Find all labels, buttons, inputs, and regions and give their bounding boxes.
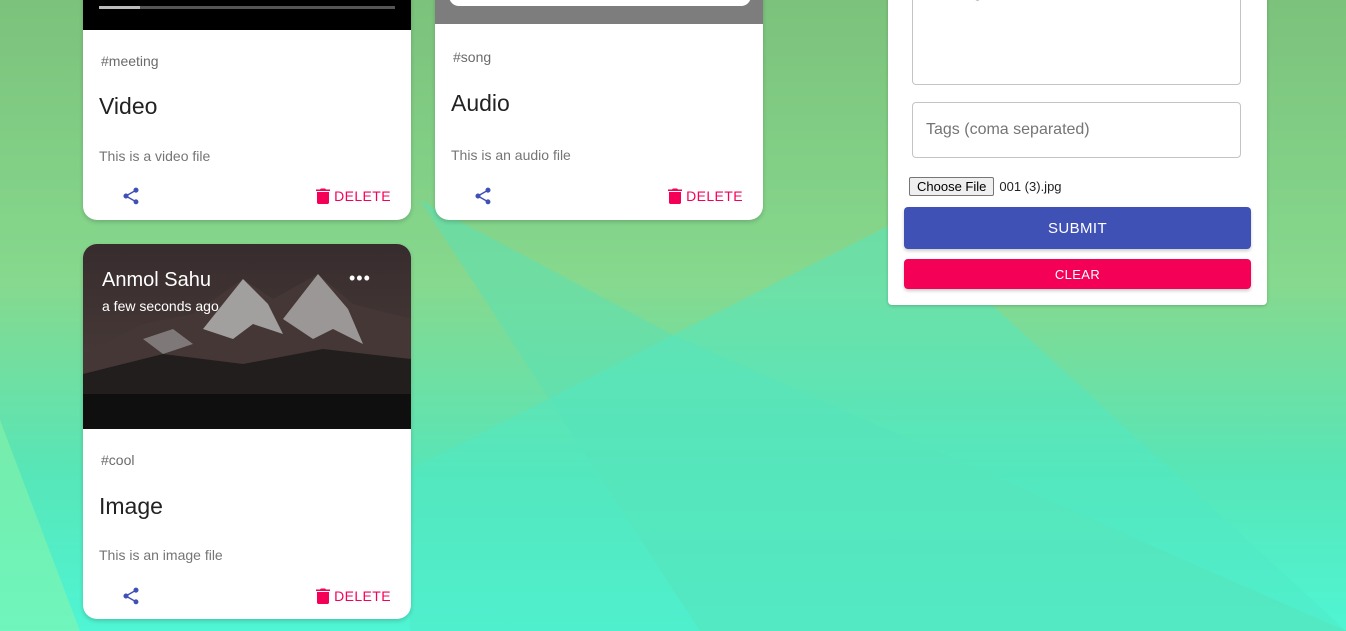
post-card-video: #meeting Video This is a video file DELE… <box>83 0 411 220</box>
share-icon[interactable] <box>121 586 141 606</box>
submit-button[interactable]: SUBMIT <box>904 207 1251 249</box>
delete-label: DELETE <box>334 188 391 204</box>
post-title: Video <box>99 93 158 119</box>
trash-icon <box>668 188 683 204</box>
share-icon[interactable] <box>121 186 141 206</box>
trash-icon <box>316 188 331 204</box>
video-player[interactable] <box>83 0 411 30</box>
trash-icon <box>316 588 331 604</box>
more-horiz-icon[interactable]: ••• <box>349 268 371 289</box>
delete-label: DELETE <box>334 588 391 604</box>
audio-player[interactable] <box>435 0 763 24</box>
share-icon[interactable] <box>473 186 493 206</box>
post-message: This is an audio file <box>451 147 571 163</box>
post-tags: #song <box>453 49 492 65</box>
post-created-at: a few seconds ago <box>102 298 219 314</box>
post-message: This is an image file <box>99 547 223 563</box>
post-tags: #cool <box>101 452 135 468</box>
post-message: This is a video file <box>99 148 211 164</box>
create-post-form: Choose File 001 (3).jpg SUBMIT CLEAR <box>888 0 1267 305</box>
clear-button[interactable]: CLEAR <box>904 259 1251 289</box>
post-creator: Anmol Sahu <box>102 269 211 291</box>
video-progress-bar[interactable] <box>99 6 395 9</box>
post-card-audio: #song Audio This is an audio file DELETE <box>435 0 763 220</box>
video-progress-fill <box>99 6 141 9</box>
file-name: 001 (3).jpg <box>999 179 1062 194</box>
delete-button[interactable]: DELETE <box>316 188 391 204</box>
delete-label: DELETE <box>686 188 743 204</box>
post-tags: #meeting <box>101 53 159 69</box>
delete-button[interactable]: DELETE <box>668 188 743 204</box>
message-field[interactable] <box>912 0 1241 85</box>
post-card-image: Anmol Sahu a few seconds ago ••• #cool I… <box>83 244 411 619</box>
choose-file-button[interactable]: Choose File <box>909 177 995 196</box>
post-title: Image <box>99 493 163 519</box>
post-image: Anmol Sahu a few seconds ago ••• <box>83 244 411 429</box>
post-title: Audio <box>451 90 510 116</box>
delete-button[interactable]: DELETE <box>316 588 391 604</box>
audio-controls[interactable] <box>449 0 751 6</box>
file-input[interactable]: Choose File 001 (3).jpg <box>909 177 1062 196</box>
tags-field[interactable] <box>912 102 1241 158</box>
